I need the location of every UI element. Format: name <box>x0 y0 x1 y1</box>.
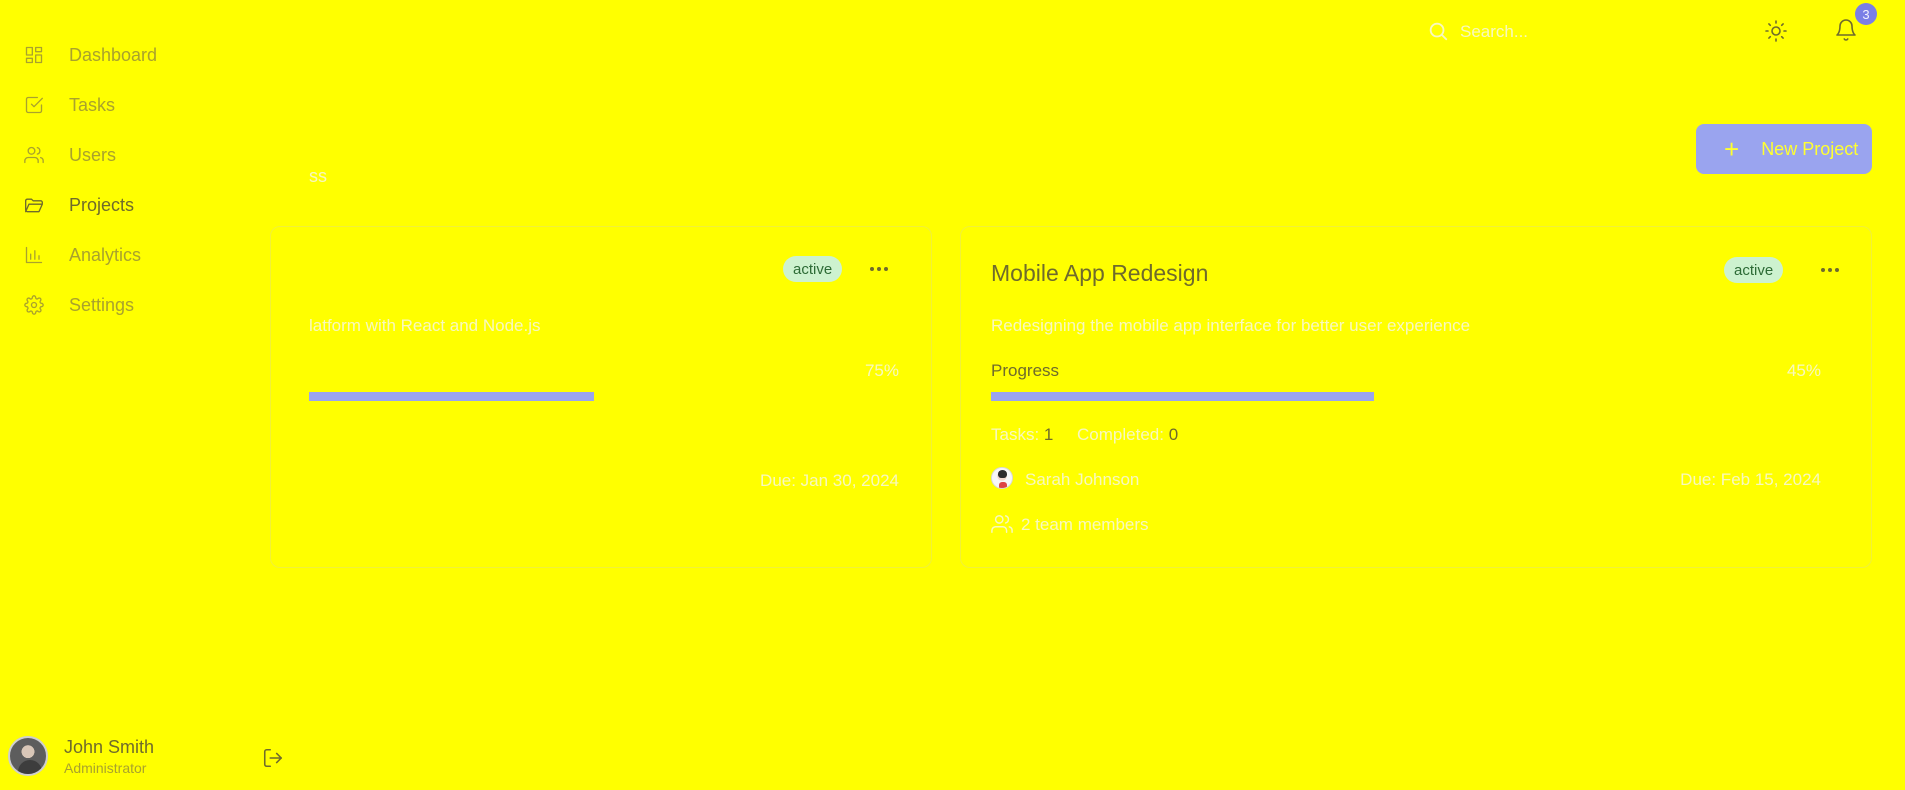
logout-button[interactable] <box>262 747 284 769</box>
sidebar-item-label: Projects <box>69 194 135 215</box>
progress-fill <box>991 392 1375 401</box>
sidebar-item-label: Users <box>69 144 117 165</box>
progress-label: Progress <box>991 361 1060 380</box>
search-input[interactable] <box>1460 18 1660 46</box>
sidebar: Dashboard Tasks Users Projects Analytics… <box>0 0 300 790</box>
settings-icon <box>24 295 44 315</box>
user-role: Administrator <box>64 759 147 776</box>
sidebar-item-label: Analytics <box>69 244 142 265</box>
dashboard-icon <box>25 46 43 64</box>
status-badge: active <box>1724 257 1784 283</box>
sidebar-item-label: Tasks <box>69 94 116 115</box>
user-profile: John Smith Administrator <box>8 734 288 778</box>
more-options-icon[interactable] <box>1818 258 1842 282</box>
page-subtitle: ss <box>309 166 327 186</box>
progress-percent: 45% <box>1786 361 1821 380</box>
sidebar-item-dashboard[interactable]: Dashboard <box>24 35 157 75</box>
team-members: 2 team members <box>1021 515 1149 534</box>
owner-avatar <box>991 467 1013 489</box>
plus-icon: + <box>1724 134 1740 164</box>
team-icon <box>991 513 1013 535</box>
theme-toggle-sun-icon[interactable] <box>1764 19 1788 43</box>
tasks-icon <box>25 96 43 114</box>
task-stats: Tasks: 1 Completed: 0 <box>991 425 1178 445</box>
new-project-label: New Project <box>1761 138 1859 159</box>
sidebar-item-tasks[interactable]: Tasks <box>24 85 115 125</box>
analytics-icon <box>25 246 43 264</box>
progress-bar <box>309 392 689 401</box>
sidebar-item-projects[interactable]: Projects <box>24 185 134 225</box>
sidebar-item-users[interactable]: Users <box>24 135 116 175</box>
progress-bar <box>991 392 1843 401</box>
project-description: Redesigning the mobile app interface for… <box>991 316 1471 335</box>
completed-count: 0 <box>1168 425 1179 444</box>
due-date: Due: Jan 30, 2024 <box>760 471 899 490</box>
new-project-button[interactable]: + New Project <box>1696 124 1872 174</box>
project-card-content: active latform with React and Node.js 75… <box>309 226 932 568</box>
user-name: John Smith <box>64 736 155 757</box>
search-icon <box>1427 20 1449 42</box>
sidebar-item-label: Dashboard <box>69 44 158 65</box>
folder-icon <box>25 198 43 213</box>
project-description: latform with React and Node.js <box>309 316 541 335</box>
sidebar-item-label: Settings <box>69 294 135 315</box>
logout-icon <box>263 748 283 768</box>
avatar <box>8 736 48 776</box>
project-title: Mobile App Redesign <box>991 260 1209 286</box>
sidebar-item-analytics[interactable]: Analytics <box>24 235 141 275</box>
notifications-bell-icon[interactable] <box>1834 18 1858 42</box>
more-options-icon[interactable] <box>867 257 891 281</box>
users-icon <box>24 146 44 164</box>
tasks-label: Tasks: <box>991 425 1040 444</box>
progress-percent: 75% <box>864 361 899 380</box>
sidebar-item-settings[interactable]: Settings <box>24 285 134 325</box>
due-date: Due: Feb 15, 2024 <box>1680 470 1821 489</box>
progress-fill <box>309 392 594 401</box>
project-card: Mobile App Redesign active Redesigning t… <box>960 226 1872 568</box>
status-badge: active <box>783 256 843 282</box>
completed-label: Completed: <box>1077 425 1164 444</box>
notification-count-badge: 3 <box>1855 3 1877 25</box>
project-owner: Sarah Johnson <box>1025 470 1140 489</box>
tasks-count: 1 <box>1043 425 1054 444</box>
